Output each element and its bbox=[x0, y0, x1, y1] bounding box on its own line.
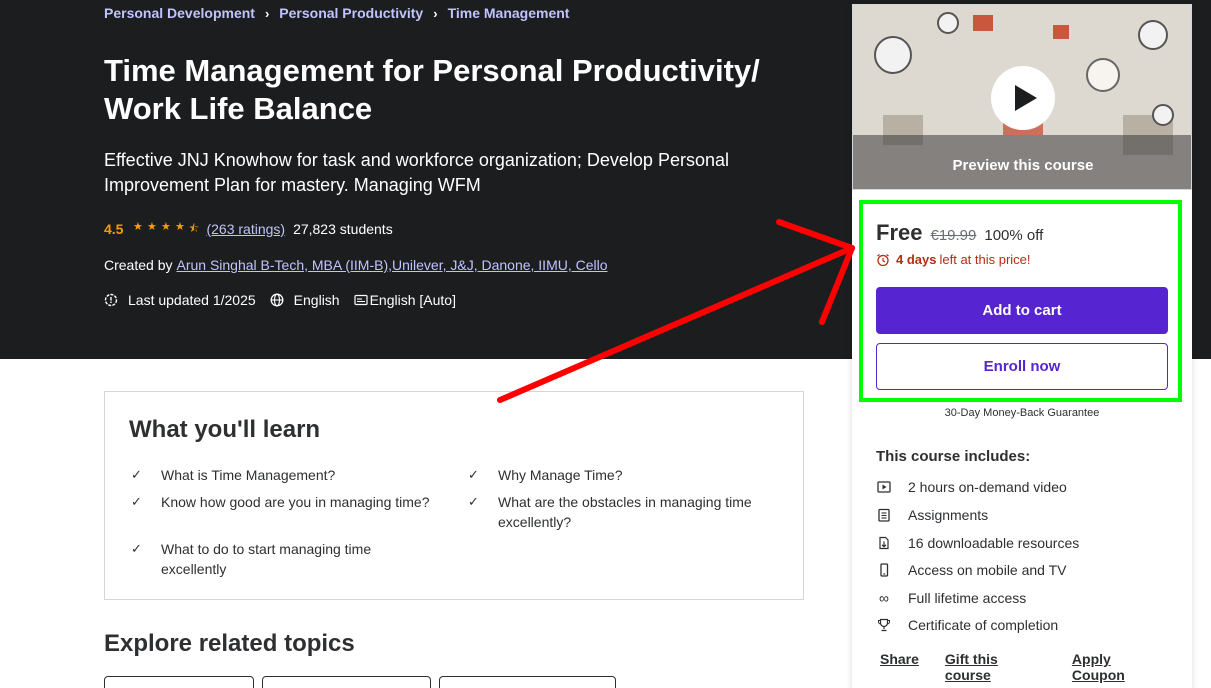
include-item: 16 downloadable resources bbox=[876, 534, 1079, 552]
assignment-icon bbox=[878, 508, 890, 522]
course-language: English bbox=[293, 292, 340, 308]
include-item: Access on mobile and TV bbox=[876, 561, 1067, 579]
star-icon: ★ bbox=[175, 220, 185, 233]
related-topic-button[interactable] bbox=[439, 676, 616, 688]
check-icon: ✓ bbox=[131, 467, 142, 482]
chevron-right-icon: › bbox=[264, 5, 270, 21]
discount-percent: 100% off bbox=[984, 227, 1044, 244]
include-item: Assignments bbox=[876, 506, 988, 524]
instructor-link[interactable]: Arun Singhal B-Tech, MBA (IIM-B),Unileve… bbox=[176, 257, 607, 273]
add-to-cart-button[interactable]: Add to cart bbox=[876, 287, 1168, 334]
check-icon: ✓ bbox=[131, 541, 142, 556]
money-back-guarantee: 30-Day Money-Back Guarantee bbox=[944, 407, 1100, 419]
include-item: Certificate of completion bbox=[876, 616, 1058, 634]
include-item: 2 hours on-demand video bbox=[876, 478, 1067, 496]
learn-item: ✓ Why Manage Time? bbox=[468, 465, 778, 485]
star-icon: ★ bbox=[161, 220, 171, 233]
learn-heading: What you'll learn bbox=[129, 416, 321, 443]
learn-item: ✓ Know how good are you in managing time… bbox=[131, 492, 451, 512]
students-count: 27,823 students bbox=[293, 221, 393, 237]
include-text: 2 hours on-demand video bbox=[908, 479, 1067, 495]
last-updated: Last updated 1/2025 bbox=[128, 292, 256, 308]
related-topic-button[interactable] bbox=[104, 676, 254, 688]
include-text: Assignments bbox=[908, 507, 989, 523]
star-rating: ★ ★ ★ ★ ⯪ bbox=[131, 220, 200, 239]
breadcrumb-item-time-management[interactable]: Time Management bbox=[448, 5, 570, 21]
infinity-icon: ∞ bbox=[879, 590, 889, 606]
check-icon: ✓ bbox=[468, 494, 479, 509]
include-text: 16 downloadable resources bbox=[908, 535, 1080, 551]
include-item: ∞ Full lifetime access bbox=[876, 589, 1026, 607]
breadcrumb-item-personal-productivity[interactable]: Personal Productivity bbox=[279, 5, 423, 21]
created-by-label: Created by bbox=[104, 257, 173, 273]
learn-item: ✓ What is Time Management? bbox=[131, 465, 441, 485]
learn-item-text: Know how good are you in managing time? bbox=[161, 494, 430, 510]
star-icon: ★ bbox=[133, 220, 143, 233]
rating-row: 4.5 ★ ★ ★ ★ ⯪ (263 ratings) 27,823 stude… bbox=[104, 220, 393, 238]
captions-icon bbox=[353, 294, 368, 306]
video-icon bbox=[877, 481, 891, 493]
price-row: Free €19.99 100% off bbox=[876, 220, 1043, 246]
apply-coupon-link[interactable]: Apply Coupon bbox=[1072, 651, 1166, 683]
gift-course-link[interactable]: Gift this course bbox=[945, 651, 1046, 683]
rating-value: 4.5 bbox=[104, 221, 124, 237]
course-subtitle: Effective JNJ Knowhow for task and workf… bbox=[104, 150, 729, 195]
preview-label: Preview this course bbox=[952, 157, 1094, 174]
explore-topics-heading: Explore related topics bbox=[104, 630, 355, 657]
check-icon: ✓ bbox=[131, 494, 142, 509]
original-price: €19.99 bbox=[930, 227, 977, 244]
breadcrumb-item-personal-development[interactable]: Personal Development bbox=[104, 5, 255, 21]
learn-item-text: Why Manage Time? bbox=[498, 467, 623, 483]
related-topic-button[interactable] bbox=[262, 676, 431, 688]
discount-timer: 4 days left at this price! bbox=[876, 252, 1031, 267]
includes-title: This course includes: bbox=[876, 448, 1031, 465]
course-preview[interactable]: Preview this course bbox=[852, 4, 1192, 190]
course-meta-row: Last updated 1/2025 English English [Aut… bbox=[104, 291, 456, 309]
learn-item: ✓ What to do to start managing time exce… bbox=[131, 539, 401, 579]
enroll-now-button[interactable]: Enroll now bbox=[876, 343, 1168, 390]
what-youll-learn-box: What you'll learn ✓ What is Time Managem… bbox=[104, 391, 804, 600]
include-text: Access on mobile and TV bbox=[908, 562, 1067, 578]
trophy-icon bbox=[878, 618, 890, 632]
alert-badge-icon bbox=[104, 293, 118, 307]
share-link[interactable]: Share bbox=[880, 651, 919, 683]
timer-text: left at this price! bbox=[939, 252, 1031, 267]
course-title: Time Management for Personal Productivit… bbox=[104, 52, 824, 128]
half-star-icon: ⯪ bbox=[188, 222, 200, 235]
chevron-right-icon: › bbox=[433, 5, 438, 21]
sidebar-links: Share Gift this course Apply Coupon bbox=[880, 651, 1192, 683]
download-icon bbox=[879, 536, 889, 550]
mobile-icon bbox=[880, 563, 889, 577]
timer-days: 4 days bbox=[896, 252, 937, 267]
learn-item-text: What is Time Management? bbox=[161, 467, 336, 483]
alarm-clock-icon bbox=[877, 253, 889, 266]
created-by-row: Created by Arun Singhal B-Tech, MBA (IIM… bbox=[104, 256, 608, 274]
globe-icon bbox=[270, 293, 284, 307]
ratings-count-link[interactable]: (263 ratings) bbox=[206, 221, 285, 237]
check-icon: ✓ bbox=[468, 467, 479, 482]
include-text: Full lifetime access bbox=[908, 590, 1027, 606]
course-title-line1: Time Management for Personal Productivit… bbox=[104, 53, 760, 88]
star-icon: ★ bbox=[147, 220, 157, 233]
purchase-sidebar: Preview this course Free €19.99 100% off… bbox=[852, 4, 1192, 688]
current-price: Free bbox=[876, 220, 923, 245]
learn-item-text: What to do to start managing time excell… bbox=[161, 541, 372, 577]
include-text: Certificate of completion bbox=[908, 617, 1059, 633]
learn-item: ✓ What are the obstacles in managing tim… bbox=[468, 492, 773, 532]
course-captions: English [Auto] bbox=[369, 292, 456, 308]
course-title-line2: Work Life Balance bbox=[104, 91, 373, 126]
breadcrumb: Personal Development › Personal Producti… bbox=[104, 4, 569, 22]
learn-item-text: What are the obstacles in managing time … bbox=[498, 494, 752, 530]
